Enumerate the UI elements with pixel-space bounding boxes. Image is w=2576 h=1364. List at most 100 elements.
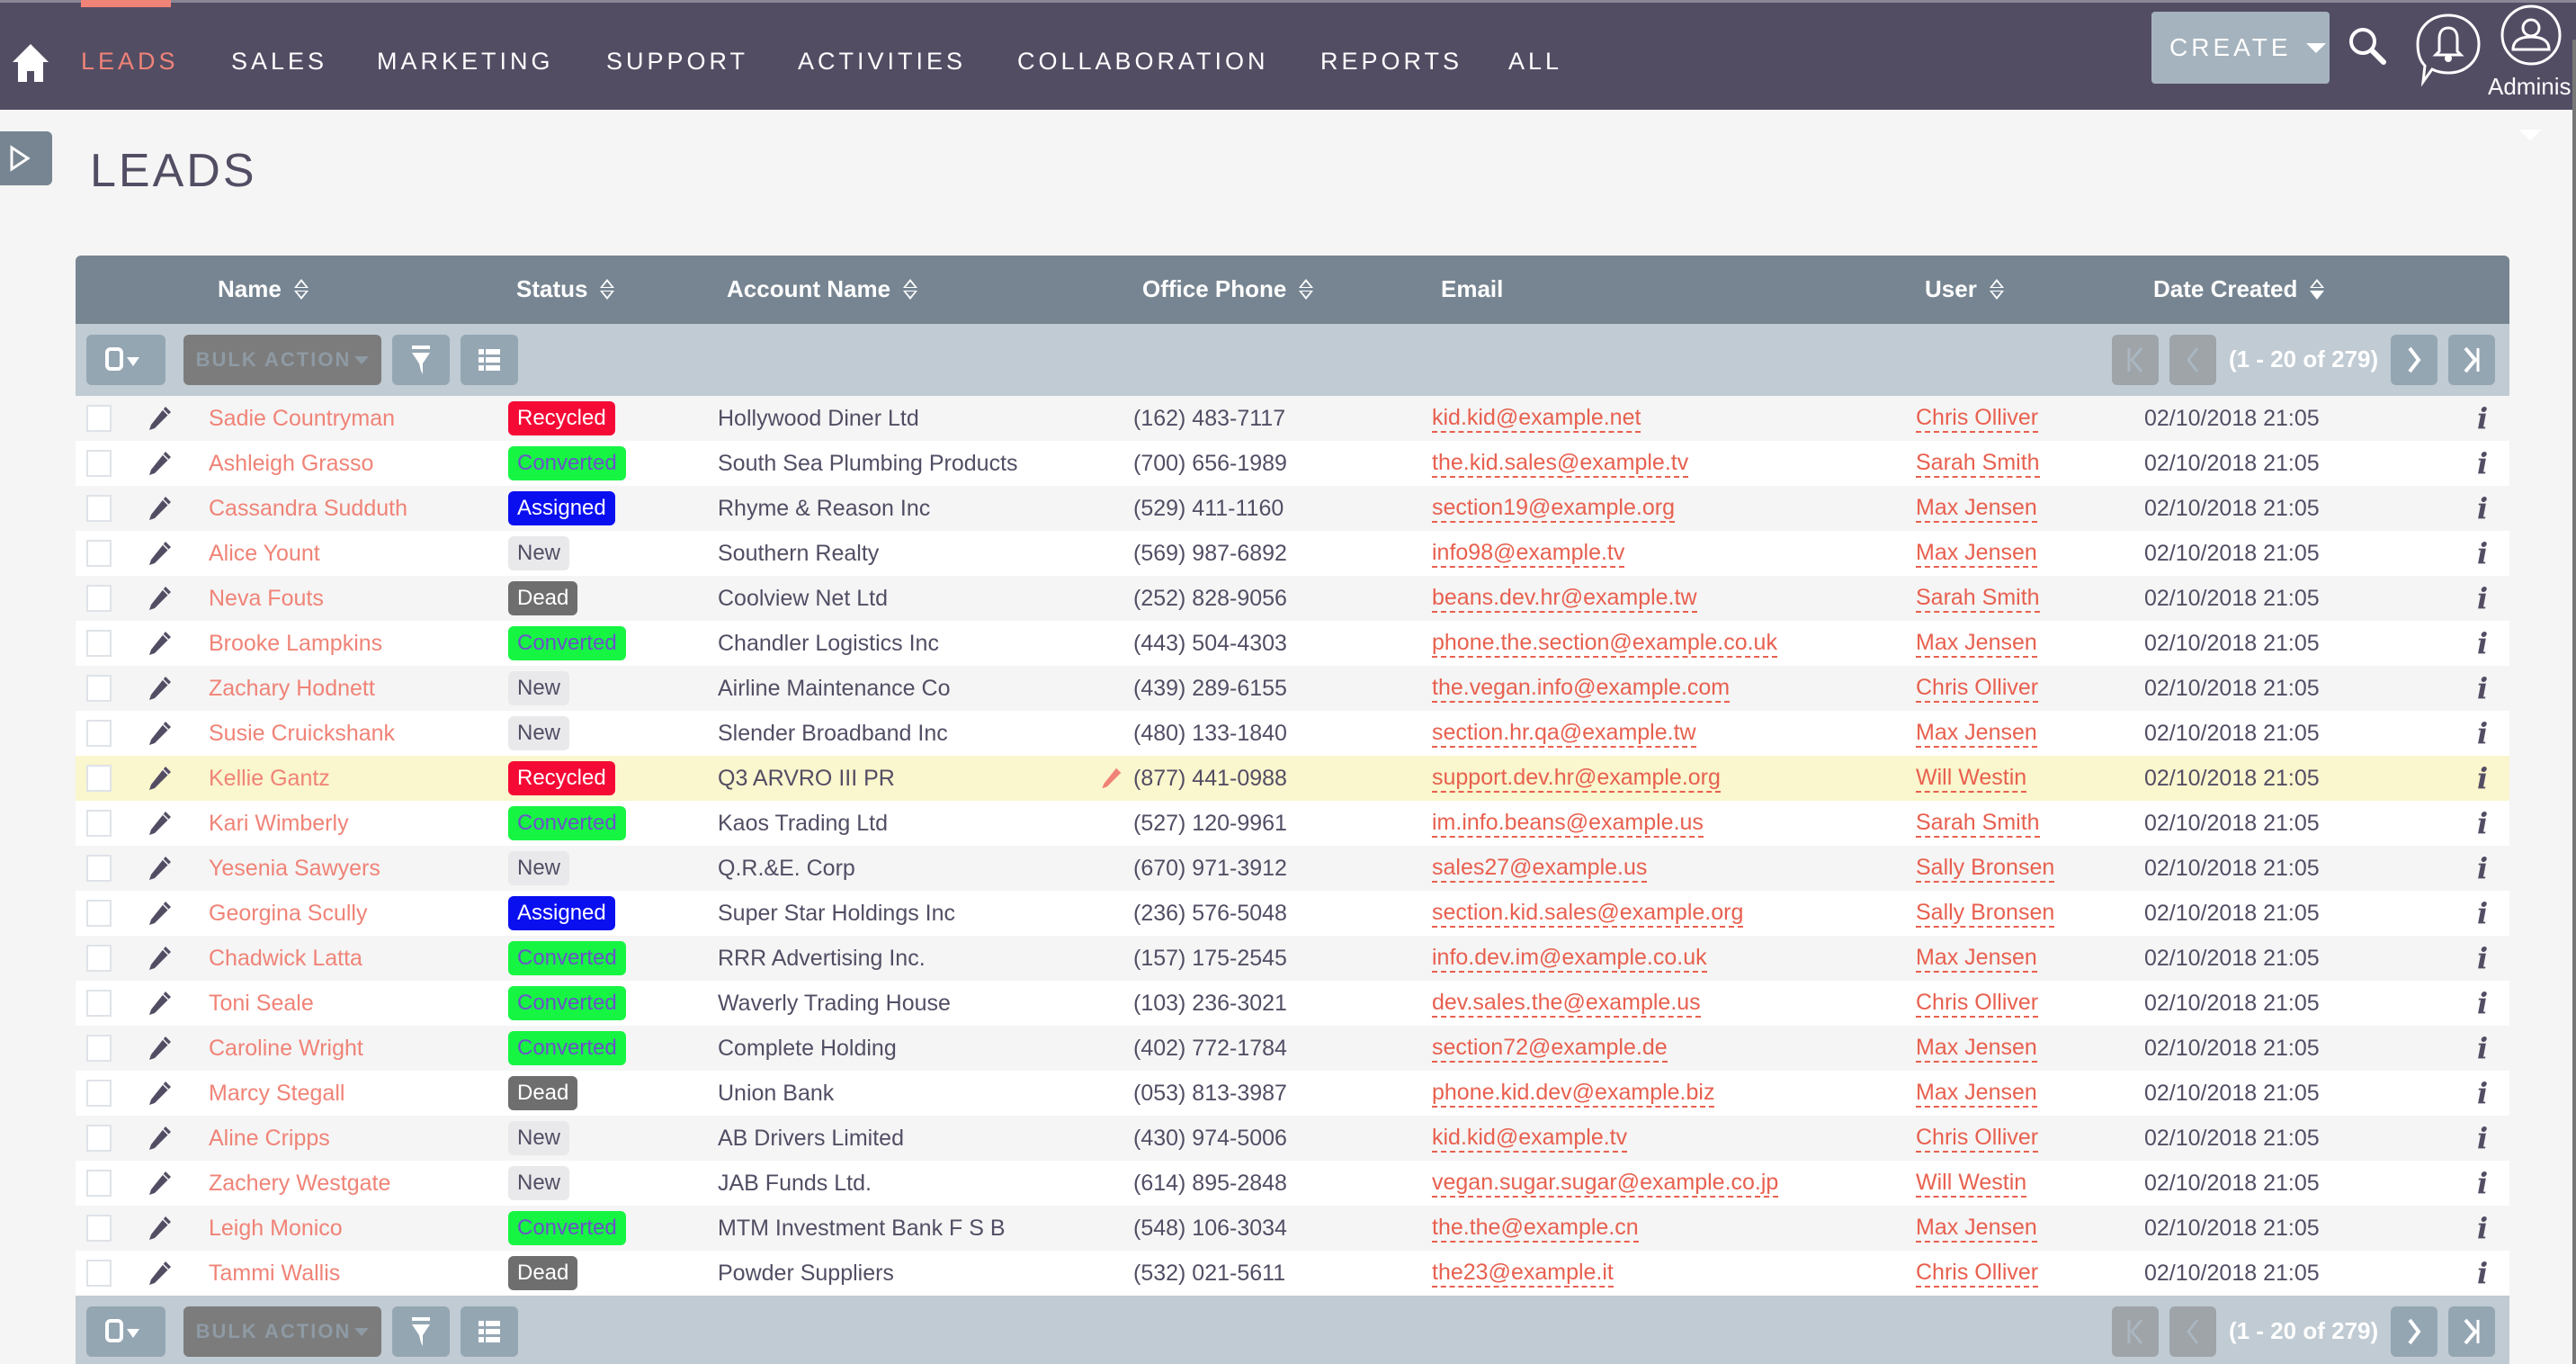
lead-name-link[interactable]: Alice Yount <box>209 541 320 567</box>
email-link[interactable]: section19@example.org <box>1432 494 1675 523</box>
info-icon[interactable]: i <box>2477 396 2488 441</box>
column-chooser-button[interactable] <box>461 1306 518 1357</box>
info-icon[interactable]: i <box>2477 756 2488 801</box>
row-checkbox[interactable] <box>86 675 112 702</box>
nav-tab-collaboration[interactable]: COLLABORATION <box>1017 48 1269 76</box>
edit-pencil-icon[interactable] <box>146 1080 173 1107</box>
email-link[interactable]: beans.dev.hr@example.tw <box>1432 584 1697 613</box>
email-link[interactable]: phone.the.section@example.co.uk <box>1432 629 1777 658</box>
assigned-user-link[interactable]: Chris Olliver <box>1916 1124 2039 1153</box>
email-link[interactable]: kid.kid@example.tv <box>1432 1124 1628 1153</box>
info-icon[interactable]: i <box>2477 936 2488 981</box>
row-checkbox[interactable] <box>86 990 112 1017</box>
column-header-user[interactable]: User <box>1925 275 2004 303</box>
row-checkbox[interactable] <box>86 450 112 477</box>
create-button[interactable]: CREATE <box>2151 12 2330 84</box>
column-header-account-name[interactable]: Account Name <box>727 275 918 303</box>
user-menu-label[interactable]: Adminis <box>2488 73 2571 101</box>
info-icon[interactable]: i <box>2477 801 2488 846</box>
row-checkbox[interactable] <box>86 1080 112 1107</box>
bulk-action-button[interactable]: BULK ACTION <box>183 1306 381 1357</box>
select-all-dropdown[interactable] <box>86 1306 165 1357</box>
lead-name-link[interactable]: Toni Seale <box>209 991 314 1017</box>
info-icon[interactable]: i <box>2477 846 2488 891</box>
edit-pencil-icon[interactable] <box>146 990 173 1017</box>
edit-pencil-icon[interactable] <box>146 540 173 567</box>
info-icon[interactable]: i <box>2477 486 2488 531</box>
email-link[interactable]: section.hr.qa@example.tw <box>1432 719 1696 748</box>
nav-tab-marketing[interactable]: MARKETING <box>377 48 554 76</box>
next-page-button[interactable] <box>2391 335 2437 385</box>
row-checkbox[interactable] <box>86 1125 112 1152</box>
lead-name-link[interactable]: Sadie Countryman <box>209 406 395 432</box>
lead-name-link[interactable]: Neva Fouts <box>209 586 324 612</box>
assigned-user-link[interactable]: Chris Olliver <box>1916 674 2039 703</box>
row-checkbox[interactable] <box>86 540 112 567</box>
edit-pencil-icon[interactable] <box>146 855 173 882</box>
row-checkbox[interactable] <box>86 720 112 747</box>
nav-tab-activities[interactable]: ACTIVITIES <box>798 48 966 76</box>
email-link[interactable]: the.the@example.cn <box>1432 1214 1639 1243</box>
nav-tab-leads[interactable]: LEADS <box>81 48 179 76</box>
assigned-user-link[interactable]: Will Westin <box>1916 764 2027 793</box>
edit-pencil-icon[interactable] <box>146 1125 173 1152</box>
info-icon[interactable]: i <box>2477 891 2488 936</box>
lead-name-link[interactable]: Susie Cruickshank <box>209 721 395 747</box>
edit-pencil-icon[interactable] <box>146 1035 173 1062</box>
info-icon[interactable]: i <box>2477 981 2488 1026</box>
row-checkbox[interactable] <box>86 1170 112 1197</box>
assigned-user-link[interactable]: Max Jensen <box>1916 539 2037 568</box>
edit-pencil-icon[interactable] <box>146 720 173 747</box>
nav-tab-sales[interactable]: SALES <box>231 48 327 76</box>
previous-page-button[interactable] <box>2169 335 2216 385</box>
edit-pencil-icon[interactable] <box>146 1260 173 1287</box>
row-checkbox[interactable] <box>86 810 112 837</box>
email-link[interactable]: kid.kid@example.net <box>1432 404 1641 433</box>
lead-name-link[interactable]: Marcy Stegall <box>209 1081 344 1107</box>
info-icon[interactable]: i <box>2477 1116 2488 1161</box>
info-icon[interactable]: i <box>2477 1206 2488 1251</box>
row-checkbox[interactable] <box>86 585 112 612</box>
row-checkbox[interactable] <box>86 1215 112 1242</box>
lead-name-link[interactable]: Yesenia Sawyers <box>209 856 380 882</box>
info-icon[interactable]: i <box>2477 441 2488 486</box>
lead-name-link[interactable]: Kellie Gantz <box>209 766 330 792</box>
lead-name-link[interactable]: Brooke Lampkins <box>209 631 382 657</box>
email-link[interactable]: the.vegan.info@example.com <box>1432 674 1731 703</box>
row-checkbox[interactable] <box>86 855 112 882</box>
assigned-user-link[interactable]: Max Jensen <box>1916 1034 2037 1063</box>
row-checkbox[interactable] <box>86 1035 112 1062</box>
assigned-user-link[interactable]: Max Jensen <box>1916 1079 2037 1108</box>
bulk-action-button[interactable]: BULK ACTION <box>183 335 381 385</box>
email-link[interactable]: vegan.sugar.sugar@example.co.jp <box>1432 1169 1779 1198</box>
row-checkbox[interactable] <box>86 900 112 927</box>
email-link[interactable]: section72@example.de <box>1432 1034 1668 1063</box>
first-page-button[interactable] <box>2112 335 2159 385</box>
lead-name-link[interactable]: Caroline Wright <box>209 1036 363 1062</box>
assigned-user-link[interactable]: Sally Bronsen <box>1916 854 2055 883</box>
info-icon[interactable]: i <box>2477 1071 2488 1116</box>
nav-tab-support[interactable]: SUPPORT <box>606 48 748 76</box>
edit-pencil-icon[interactable] <box>146 945 173 972</box>
info-icon[interactable]: i <box>2477 1026 2488 1071</box>
search-icon[interactable] <box>2348 26 2387 66</box>
info-icon[interactable]: i <box>2477 531 2488 576</box>
assigned-user-link[interactable]: Max Jensen <box>1916 494 2037 523</box>
edit-pencil-icon[interactable] <box>146 630 173 657</box>
lead-name-link[interactable]: Georgina Scully <box>209 901 367 927</box>
assigned-user-link[interactable]: Sarah Smith <box>1916 809 2040 838</box>
email-link[interactable]: the23@example.it <box>1432 1259 1614 1288</box>
email-link[interactable]: phone.kid.dev@example.biz <box>1432 1079 1715 1108</box>
lead-name-link[interactable]: Chadwick Latta <box>209 946 362 972</box>
assigned-user-link[interactable]: Chris Olliver <box>1916 404 2039 433</box>
nav-tab-reports[interactable]: REPORTS <box>1320 48 1462 76</box>
email-link[interactable]: info98@example.tv <box>1432 539 1625 568</box>
info-icon[interactable]: i <box>2477 666 2488 711</box>
home-icon[interactable] <box>11 42 50 84</box>
column-header-name[interactable]: Name <box>218 275 309 303</box>
info-icon[interactable]: i <box>2477 711 2488 756</box>
lead-name-link[interactable]: Leigh Monico <box>209 1216 343 1242</box>
last-page-button[interactable] <box>2448 335 2495 385</box>
info-icon[interactable]: i <box>2477 1251 2488 1296</box>
assigned-user-link[interactable]: Max Jensen <box>1916 629 2037 658</box>
